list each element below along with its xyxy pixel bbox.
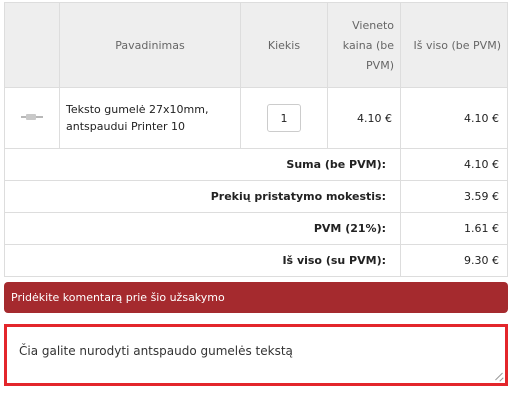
- product-name-line2[interactable]: antspaudui Printer 10: [66, 118, 234, 135]
- header-image: [4, 2, 60, 88]
- product-name[interactable]: Teksto gumelė 27x10mm, antspaudui Printe…: [59, 87, 241, 149]
- subtotal-row: Suma (be PVM): 4.10 €: [4, 148, 508, 181]
- vat-label: PVM (21%):: [4, 212, 401, 245]
- cart-table: Pavadinimas Kiekis Vieneto kaina (be PVM…: [4, 2, 508, 277]
- header-unit-price-line3: PVM): [366, 59, 394, 72]
- header-name: Pavadinimas: [59, 2, 241, 88]
- quantity-input[interactable]: [267, 104, 301, 132]
- product-unit-price: 4.10 €: [327, 87, 401, 149]
- grand-total-label: Iš viso (su PVM):: [4, 244, 401, 277]
- stamp-rubber-icon[interactable]: [21, 112, 43, 122]
- grand-total-value: 9.30 €: [400, 244, 508, 277]
- header-unit-price-line1: Vieneto: [352, 19, 394, 32]
- table-header-row: Pavadinimas Kiekis Vieneto kaina (be PVM…: [4, 2, 508, 88]
- table-row: Teksto gumelė 27x10mm, antspaudui Printe…: [4, 87, 508, 149]
- product-total: 4.10 €: [400, 87, 508, 149]
- resize-grip-icon[interactable]: [495, 373, 503, 381]
- vat-row: PVM (21%): 1.61 €: [4, 212, 508, 245]
- shipping-value: 3.59 €: [400, 180, 508, 213]
- header-unit-price-line2: kaina (be: [342, 39, 394, 52]
- shipping-label: Prekių pristatymo mokestis:: [4, 180, 401, 213]
- comment-text[interactable]: Čia galite nurodyti antspaudo gumelės te…: [19, 344, 293, 358]
- grand-total-row: Iš viso (su PVM): 9.30 €: [4, 244, 508, 277]
- header-unit-price: Vieneto kaina (be PVM): [327, 2, 401, 88]
- comment-section-header: Pridėkite komentarą prie šio užsakymo: [4, 282, 508, 313]
- shipping-row: Prekių pristatymo mokestis: 3.59 €: [4, 180, 508, 213]
- comment-textarea[interactable]: Čia galite nurodyti antspaudo gumelės te…: [4, 324, 508, 386]
- product-name-line1[interactable]: Teksto gumelė 27x10mm,: [66, 101, 234, 118]
- subtotal-label: Suma (be PVM):: [4, 148, 401, 181]
- quantity-cell: [240, 87, 328, 149]
- header-quantity: Kiekis: [240, 2, 328, 88]
- vat-value: 1.61 €: [400, 212, 508, 245]
- header-total: Iš viso (be PVM): [400, 2, 508, 88]
- subtotal-value: 4.10 €: [400, 148, 508, 181]
- product-image-cell: [4, 87, 60, 149]
